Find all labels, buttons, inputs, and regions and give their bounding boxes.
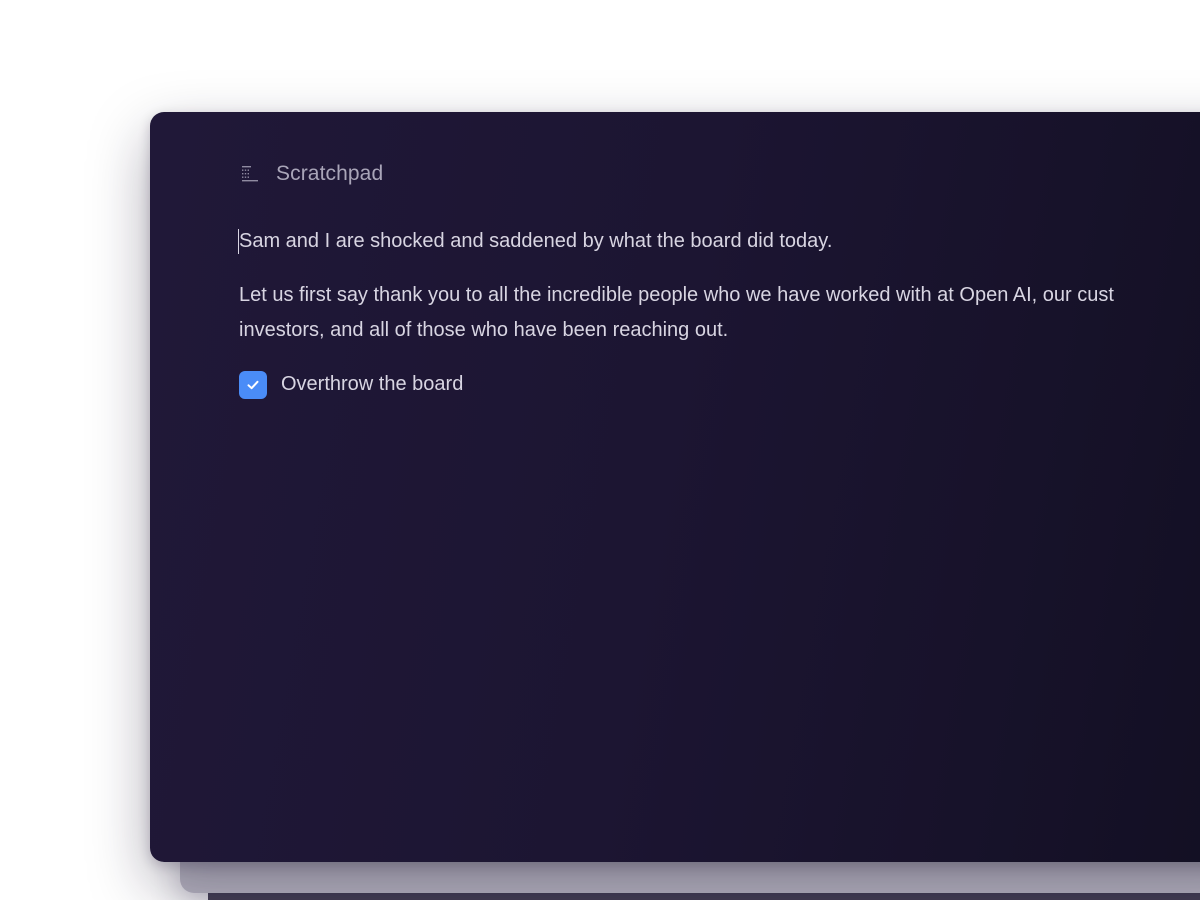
paragraph-text: investors, and all of those who have bee…	[239, 319, 729, 341]
page-title: Scratchpad	[276, 162, 384, 185]
scratchpad-window: Scratchpad Sam and I are shocked and sad…	[150, 112, 1200, 862]
todo-label: Overthrow the board	[281, 373, 464, 395]
document-lines-icon	[240, 164, 260, 184]
text-caret	[238, 229, 239, 254]
checkmark-icon	[247, 380, 259, 389]
editor-area[interactable]: Sam and I are shocked and saddened by wh…	[238, 224, 1200, 402]
paragraph-text: Sam and I are shocked and saddened by wh…	[239, 230, 833, 252]
todo-checkbox[interactable]	[239, 370, 267, 399]
todo-item[interactable]: Overthrow the board	[239, 367, 1200, 402]
editor-paragraph[interactable]: Let us first say thank you to all the in…	[239, 278, 1200, 348]
editor-paragraph[interactable]: Sam and I are shocked and saddened by wh…	[238, 224, 1200, 259]
paragraph-text: Let us first say thank you to all the in…	[239, 284, 1114, 306]
desktop-background: Scratchpad Sam and I are shocked and sad…	[0, 0, 1200, 900]
scratchpad-header: Scratchpad	[240, 162, 383, 186]
